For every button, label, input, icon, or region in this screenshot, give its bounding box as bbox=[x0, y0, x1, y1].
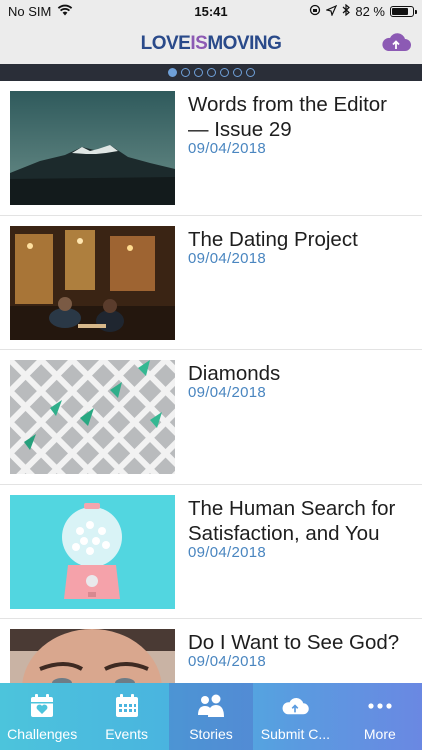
upload-button[interactable] bbox=[380, 30, 412, 58]
page-indicator[interactable] bbox=[0, 64, 422, 81]
article-date: 09/04/2018 bbox=[188, 543, 267, 561]
calendar-grid-icon bbox=[114, 692, 140, 720]
face-portrait-photo bbox=[10, 629, 175, 684]
tab-more[interactable]: More bbox=[338, 683, 422, 750]
article-row[interactable]: The Human Search for Satisfaction, and Y… bbox=[0, 485, 422, 619]
cafe-couple-photo bbox=[10, 225, 175, 340]
article-title: Diamonds bbox=[188, 362, 281, 385]
mountain-photo bbox=[10, 91, 175, 205]
page-dot[interactable] bbox=[167, 68, 177, 77]
article-date: 09/04/2018 bbox=[188, 249, 267, 267]
tab-label: Submit C... bbox=[260, 726, 331, 742]
tab-stories[interactable]: Stories bbox=[168, 683, 254, 750]
battery-percent: 82 % bbox=[355, 4, 385, 19]
calendar-heart-icon bbox=[29, 692, 55, 720]
page-dot[interactable] bbox=[219, 68, 229, 77]
article-title: The Dating Project bbox=[188, 227, 358, 251]
article-title: Do I Want to See God? bbox=[188, 631, 400, 654]
app-header: LOVEISMOVING bbox=[0, 24, 422, 64]
article-list: Words from the Editor — Issue 29 09/04/2… bbox=[0, 81, 422, 684]
gumball-machine-photo bbox=[10, 494, 175, 609]
location-icon bbox=[325, 4, 338, 19]
cloud-upload-icon bbox=[280, 692, 310, 720]
page-dot[interactable] bbox=[193, 68, 203, 77]
page-dot[interactable] bbox=[245, 68, 255, 77]
article-row[interactable]: Diamonds 09/04/2018 bbox=[0, 350, 422, 485]
status-bar: No SIM 15:41 82 % bbox=[0, 0, 422, 24]
tab-bar: Challenges Events Stories Submit C... Mo… bbox=[0, 683, 422, 750]
article-row[interactable]: Do I Want to See God? 09/04/2018 bbox=[0, 619, 422, 684]
page-dot[interactable] bbox=[232, 68, 242, 77]
page-dot[interactable] bbox=[206, 68, 216, 77]
article-row[interactable]: Words from the Editor — Issue 29 09/04/2… bbox=[0, 81, 422, 216]
article-date: 09/04/2018 bbox=[188, 384, 267, 401]
tab-events[interactable]: Events bbox=[84, 683, 168, 750]
article-date: 09/04/2018 bbox=[188, 140, 267, 157]
rotation-lock-icon bbox=[309, 4, 321, 19]
logo-part-love: LOVE bbox=[140, 33, 191, 54]
tab-submit[interactable]: Submit C... bbox=[253, 683, 337, 750]
bluetooth-icon bbox=[342, 3, 351, 19]
app-logo: LOVEISMOVING bbox=[0, 33, 422, 55]
page-dot[interactable] bbox=[180, 68, 190, 77]
people-icon bbox=[197, 692, 225, 720]
tab-label: Challenges bbox=[7, 726, 78, 742]
article-title: The Human Search for Satisfaction, and Y… bbox=[188, 496, 396, 545]
article-title: Words from the Editor — Issue 29 bbox=[188, 93, 387, 141]
diamond-pattern-photo bbox=[10, 360, 175, 474]
logo-part-moving: MOVING bbox=[207, 33, 282, 54]
tab-challenges[interactable]: Challenges bbox=[0, 683, 84, 750]
tab-label: Events bbox=[105, 726, 149, 742]
tab-label: More bbox=[363, 726, 396, 742]
cloud-upload-icon bbox=[380, 30, 412, 59]
logo-part-is: IS bbox=[190, 33, 208, 54]
tab-label: Stories bbox=[189, 726, 233, 742]
article-row[interactable]: The Dating Project 09/04/2018 bbox=[0, 216, 422, 350]
battery-icon bbox=[390, 6, 417, 17]
article-date: 09/04/2018 bbox=[188, 653, 267, 670]
more-dots-icon bbox=[367, 692, 393, 720]
